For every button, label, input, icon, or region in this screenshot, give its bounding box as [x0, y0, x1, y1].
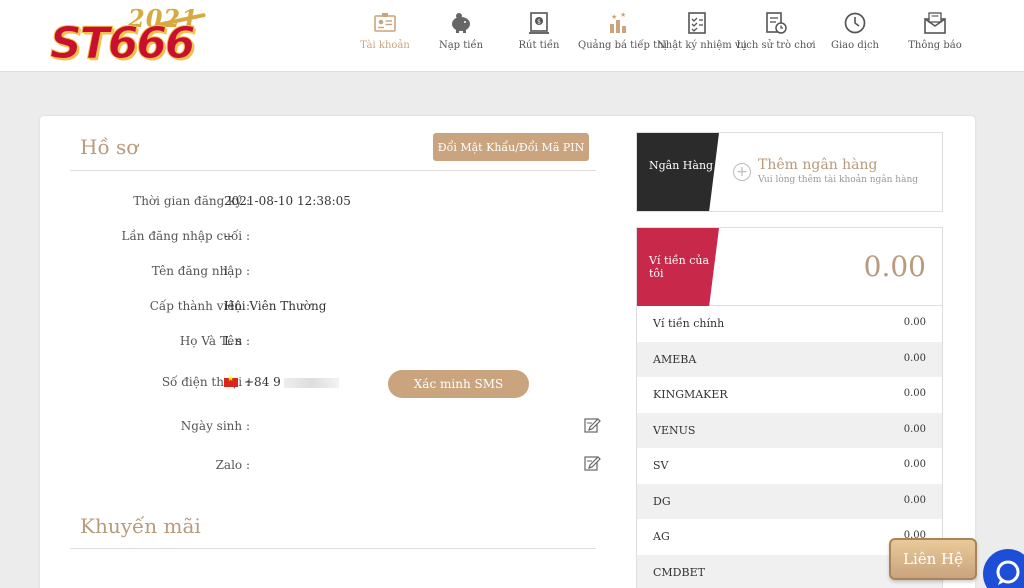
row-label: Ngày sinh :: [180, 419, 250, 433]
wallet-value: 0.00: [903, 423, 926, 435]
bank-panel: Ngân Hàng + Thêm ngân hàng Vui lòng thêm…: [636, 132, 943, 212]
wallet-row: AMEBA 0.00: [637, 341, 942, 377]
wallet-name: VENUS: [653, 423, 696, 437]
account-card: Hồ sơ Đổi Mật Khẩu/Đổi Mã PIN Thời gian …: [40, 116, 975, 588]
phone-value: +84 9: [224, 374, 339, 389]
id-card-icon: [374, 13, 396, 32]
row-value: l: [224, 264, 228, 278]
profile-row-username: Tên đăng nhập : l: [70, 260, 630, 284]
wallet-row: VENUS 0.00: [637, 412, 942, 448]
wallet-header: Ví tiền của tôi 0.00: [637, 228, 942, 306]
profile-row-phone: Số điện thoại : +84 9: [70, 371, 630, 395]
profile-row-zalo: Zalo :: [70, 454, 630, 478]
contact-button[interactable]: Liên Hệ: [889, 538, 977, 580]
row-value: Hội Viên Thường: [224, 299, 327, 313]
wallet-name: AMEBA: [653, 352, 697, 366]
nav-item-deposit[interactable]: Nạp tiền: [421, 10, 501, 51]
nav-label: Giao dịch: [831, 40, 879, 51]
nav-label: Tài khoản: [360, 40, 410, 51]
history-icon: [766, 12, 787, 34]
wallet-value: 0.00: [903, 459, 926, 470]
profile-row-full-name: Họ Và Tên : L s: [70, 330, 630, 354]
wallet-name: SV: [653, 459, 669, 472]
wallet-row: DG 0.00: [637, 483, 942, 519]
bank-tag: Ngân Hàng: [637, 133, 719, 211]
nav-label: Thông báo: [908, 40, 962, 51]
nav-label: Nhật ký nhiệm vụ: [657, 40, 747, 51]
wallet-row: KINGMAKER 0.00: [637, 377, 942, 413]
nav-item-transactions[interactable]: Giao dịch: [815, 10, 895, 51]
row-value: 2021-08-10 12:38:05: [224, 194, 351, 208]
edit-zalo-icon[interactable]: [583, 454, 601, 472]
edit-birthday-icon[interactable]: [583, 416, 601, 434]
sms-verify-button[interactable]: Xác minh SMS: [388, 370, 529, 398]
logo-text: ST666: [50, 18, 197, 70]
nav-label: Lịch sử trò chơi: [736, 40, 816, 51]
svg-text:★: ★: [620, 11, 626, 19]
svg-text:$: $: [537, 19, 541, 26]
wallet-row: SV 0.00: [637, 448, 942, 484]
nav-item-account[interactable]: Tài khoản: [345, 10, 425, 51]
nav-item-game-history[interactable]: Lịch sử trò chơi: [736, 10, 816, 51]
profile-title: Hồ sơ: [80, 135, 139, 159]
nav-item-task-log[interactable]: Nhật ký nhiệm vụ: [657, 10, 747, 51]
promotions-title: Khuyến mãi: [80, 514, 201, 538]
wallet-value: 0.00: [903, 352, 926, 364]
nav-item-marketing[interactable]: ★ ★ Quảng bá tiếp thị: [578, 10, 667, 51]
nav-label: Nạp tiền: [438, 40, 484, 51]
vietnam-flag-icon: [224, 374, 238, 387]
wallet-row: Ví tiền chính 0.00: [637, 306, 942, 342]
checklist-icon: [688, 12, 706, 34]
row-label: Zalo :: [215, 458, 250, 472]
brand-logo[interactable]: 2021 ST666: [46, 4, 206, 70]
wallet-value: 0.00: [903, 388, 926, 399]
nav-label: Quảng bá tiếp thị: [578, 40, 667, 51]
wallet-name: AG: [653, 530, 670, 543]
profile-row-birthday: Ngày sinh :: [70, 415, 630, 439]
profile-row-member-level: Cấp thành viên : Hội Viên Thường: [70, 295, 630, 319]
wallet-total: 0.00: [863, 250, 926, 283]
profile-divider: [70, 170, 596, 171]
chat-bubble-icon: [996, 560, 1020, 585]
profile-row-registered: Thời gian đăng ký : 2021-08-10 12:38:05: [70, 190, 630, 214]
nav-item-notifications[interactable]: Thông báo: [895, 10, 975, 51]
svg-text:★: ★: [611, 13, 617, 21]
wallet-name: KINGMAKER: [653, 388, 728, 401]
wallet-tag: Ví tiền của tôi: [637, 228, 719, 306]
withdraw-icon: $: [529, 12, 549, 34]
wallet-name: DG: [653, 494, 671, 508]
envelope-icon: [924, 12, 946, 34]
promotions-divider: [70, 548, 596, 549]
nav-label: Rút tiền: [518, 40, 560, 51]
add-bank-subtitle: Vui lòng thêm tài khoản ngân hàng: [758, 175, 919, 185]
row-value: L s: [224, 334, 242, 348]
add-bank-title: Thêm ngân hàng: [758, 157, 878, 173]
live-chat-button[interactable]: [983, 549, 1024, 588]
wallet-value: 0.00: [903, 317, 926, 328]
phone-redaction: [283, 377, 339, 388]
wallet-name: CMDBET: [653, 565, 705, 579]
piggy-bank-icon: [452, 13, 470, 33]
row-value: --: [224, 229, 233, 243]
wallet-panel: Ví tiền của tôi 0.00 Ví tiền chính 0.00 A…: [636, 227, 943, 588]
top-header: 2021 ST666 Tài khoản Nạp tiền $ Rút tiền…: [0, 0, 1024, 72]
phone-number: +84 9: [244, 375, 281, 389]
wallet-name: Ví tiền chính: [653, 317, 725, 330]
promotion-icon: ★ ★: [610, 11, 626, 33]
nav-item-withdraw[interactable]: $ Rút tiền: [499, 10, 579, 51]
profile-row-last-login: Lần đăng nhập cuối : --: [70, 225, 630, 249]
clock-icon: [844, 12, 866, 34]
change-password-pin-button[interactable]: Đổi Mật Khẩu/Đổi Mã PIN: [433, 133, 589, 161]
plus-icon: +: [733, 163, 751, 181]
wallet-value: 0.00: [903, 494, 926, 506]
row-label: Tên đăng nhập :: [151, 264, 250, 278]
